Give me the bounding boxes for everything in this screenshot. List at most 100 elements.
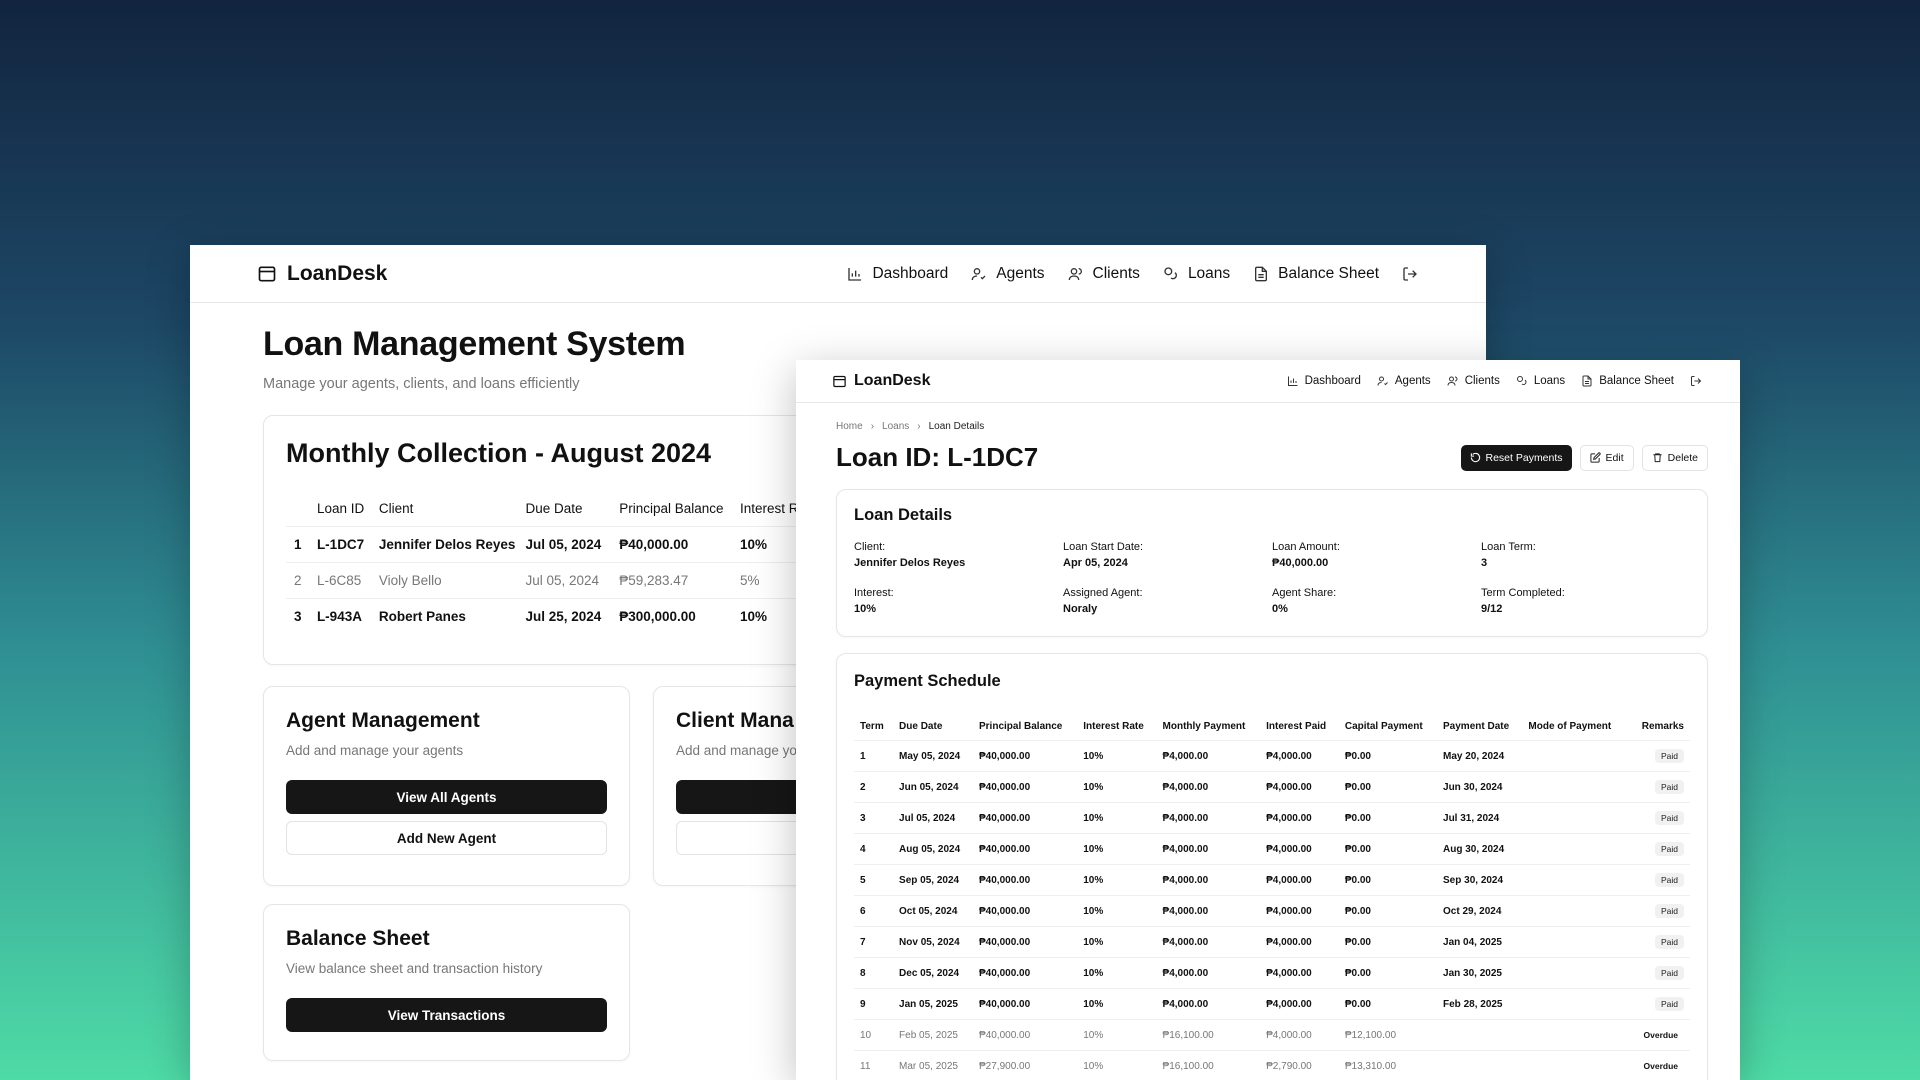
table-row[interactable]: 8 Dec 05, 2024 ₱40,000.00 10% ₱4,000.00 ₱4,00… [854,957,1690,989]
nav-balance-sheet[interactable]: Balance Sheet [1253,265,1379,283]
payment-schedule-title: Payment Schedule [854,672,1001,690]
interest-paid-cell: ₱4,000.00 [1260,833,1339,865]
table-row[interactable]: 7 Nov 05, 2024 ₱40,000.00 10% ₱4,000.00 ₱4,00… [854,926,1690,958]
detail-value: Apr 05, 2024 [1063,557,1128,569]
principal-balance-cell: ₱40,000.00 [973,988,1078,1020]
term-cell: 10 [854,1019,894,1051]
table-row[interactable]: 11 Mar 05, 2025 ₱27,900.00 10% ₱16,100.00 ₱2,… [854,1050,1690,1080]
nav-clients[interactable]: Clients [1447,375,1500,387]
edit-button[interactable]: Edit [1579,444,1634,471]
principal-balance-cell: ₱40,000.00 [973,864,1078,896]
table-row[interactable]: 10 Feb 05, 2025 ₱40,000.00 10% ₱16,100.00 ₱4,… [854,1019,1690,1051]
capital-payment-cell: ₱0.00 [1338,988,1438,1020]
table-row[interactable]: 1 L-1DC7 Jennifer Delos Reyes Jul 05, 20… [286,526,800,563]
monthly-payment-cell: ₱4,000.00 [1156,926,1261,958]
table-row[interactable]: 2 Jun 05, 2024 ₱40,000.00 10% ₱4,000.00 ₱4,00… [854,771,1690,803]
breadcrumb-home[interactable]: Home [836,421,863,432]
loan-id: L-1DC7 [316,526,379,563]
monthly-payment-cell: ₱4,000.00 [1156,740,1261,772]
detail-value: Noraly [1063,603,1098,615]
capital-payment-cell: ₱0.00 [1338,895,1438,927]
principal-balance-cell: ₱27,900.00 [973,1050,1078,1080]
table-row[interactable]: 2 L-6C85 Violy Bello Jul 05, 2024 ₱59,28… [286,562,800,599]
remarks-cell: Paid [1626,957,1690,989]
principal-balance-cell: ₱40,000.00 [973,957,1078,989]
detail-start-date: Loan Start Date: Apr 05, 2024 [1063,541,1272,569]
principal-balance-cell: ₱40,000.00 [973,833,1078,865]
principal-balance: ₱40,000.00 [619,526,741,563]
due-date: Jul 05, 2024 [525,562,620,599]
nav-dashboard[interactable]: Dashboard [847,265,948,283]
wallet-icon [258,266,276,281]
nav-dashboard[interactable]: Dashboard [1287,375,1361,387]
top-nav: LoanDesk Dashboard Agents Clients Loans … [190,245,1486,303]
status-badge: Paid [1654,966,1684,980]
table-row[interactable]: 3 Jul 05, 2024 ₱40,000.00 10% ₱4,000.00 ₱4,00… [854,802,1690,834]
remarks-cell: Overdue [1626,1050,1690,1080]
table-row[interactable]: 6 Oct 05, 2024 ₱40,000.00 10% ₱4,000.00 ₱4,00… [854,895,1690,927]
principal-balance-cell: ₱40,000.00 [973,895,1078,927]
brand[interactable]: LoanDesk [832,372,930,390]
col-interest-rate: Interest Rate [1083,721,1144,732]
mode-of-payment-cell [1522,771,1626,803]
nav-clients-label: Clients [1092,264,1140,282]
interest-rate: 10% [740,598,800,634]
interest-paid-cell: ₱4,000.00 [1260,1019,1339,1051]
loan-details-grid: Client: Jennifer Delos Reyes Loan Start D… [854,541,1690,615]
table-row[interactable]: 5 Sep 05, 2024 ₱40,000.00 10% ₱4,000.00 ₱4,00… [854,864,1690,896]
logout-button[interactable] [1402,266,1418,282]
term-cell: 9 [854,988,894,1020]
col-capital-payment: Capital Payment [1344,721,1423,732]
detail-label: Loan Start Date: [1063,541,1144,553]
page-title: Loan Management System [263,325,686,363]
add-new-agent-button[interactable]: Add New Agent [286,821,607,855]
view-transactions-button[interactable]: View Transactions [286,998,607,1032]
logout-button[interactable] [1690,375,1702,387]
nav-loans[interactable]: Loans [1163,265,1230,283]
nav-agents[interactable]: Agents [971,265,1045,283]
table-row[interactable]: 1 May 05, 2024 ₱40,000.00 10% ₱4,000.00 ₱4,00… [854,740,1690,772]
delete-label: Delete [1667,451,1698,464]
interest-paid-cell: ₱4,000.00 [1260,740,1339,772]
nav-loans[interactable]: Loans [1516,375,1565,387]
breadcrumb-loans[interactable]: Loans [882,421,909,432]
interest-rate-cell: 10% [1077,1050,1157,1080]
status-badge: Overdue [1637,1059,1684,1073]
table-row[interactable]: 9 Jan 05, 2025 ₱40,000.00 10% ₱4,000.00 ₱4,00… [854,988,1690,1020]
nav-agents[interactable]: Agents [1377,375,1431,387]
col-principal-balance: Principal Balance [979,721,1063,732]
nav-balance-sheet[interactable]: Balance Sheet [1581,375,1674,387]
term-cell: 2 [854,771,894,803]
payment-date-cell: Feb 28, 2025 [1437,988,1523,1020]
table-row[interactable]: 4 Aug 05, 2024 ₱40,000.00 10% ₱4,000.00 ₱4,00… [854,833,1690,865]
reset-payments-button[interactable]: Reset Payments [1460,444,1572,471]
brand[interactable]: LoanDesk [257,262,387,286]
table-row[interactable]: 3 L-943A Robert Panes Jul 25, 2024 ₱300,… [286,598,800,634]
principal-balance: ₱300,000.00 [619,598,741,634]
payment-date-cell: Jul 31, 2024 [1437,802,1523,834]
due-date-cell: Aug 05, 2024 [893,833,973,865]
interest-rate-cell: 10% [1077,957,1157,989]
edit-label: Edit [1605,451,1624,464]
delete-button[interactable]: Delete [1641,444,1708,471]
detail-label: Term Completed: [1481,587,1565,599]
reset-payments-label: Reset Payments [1485,451,1563,464]
mode-of-payment-cell [1522,988,1626,1020]
status-badge: Paid [1654,780,1684,794]
col-remarks: Remarks [1641,721,1684,732]
interest-rate-cell: 10% [1077,771,1157,803]
nav-dashboard-label: Dashboard [872,264,949,282]
status-badge: Paid [1654,873,1684,887]
mode-of-payment-cell [1522,1050,1626,1080]
col-due-date: Due Date [525,501,583,516]
detail-loan-amount: Loan Amount: ₱40,000.00 [1272,541,1481,569]
payment-date-cell: May 20, 2024 [1437,740,1523,772]
agent-management-title: Agent Management [286,709,480,732]
users-icon [1447,376,1458,386]
monthly-payment-cell: ₱16,100.00 [1156,1050,1261,1080]
coins-icon [1164,266,1177,279]
view-all-agents-button[interactable]: View All Agents [286,780,607,814]
nav-clients[interactable]: Clients [1068,265,1140,283]
col-due-date: Due Date [899,721,943,732]
detail-value: Jennifer Delos Reyes [854,557,966,569]
